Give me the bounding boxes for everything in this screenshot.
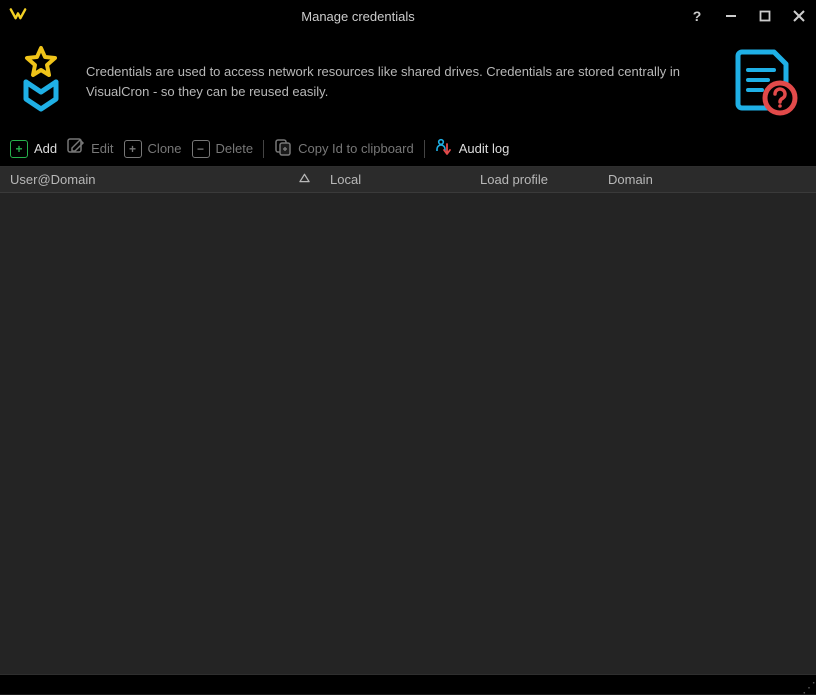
badge-star-icon — [16, 44, 66, 119]
column-load-profile-label: Load profile — [480, 172, 548, 187]
audit-log-label: Audit log — [459, 141, 510, 156]
help-button[interactable]: ? — [688, 7, 706, 25]
clone-label: Clone — [148, 141, 182, 156]
info-bar: Credentials are used to access network r… — [0, 32, 816, 131]
column-local-label: Local — [330, 172, 361, 187]
minus-icon: − — [192, 140, 210, 158]
resize-grip[interactable]: ⋰ — [802, 680, 814, 694]
edit-button[interactable]: Edit — [67, 138, 113, 159]
maximize-button[interactable] — [756, 7, 774, 25]
column-user-domain-label: User@Domain — [10, 172, 95, 187]
toolbar-separator — [263, 140, 264, 158]
copy-id-label: Copy Id to clipboard — [298, 141, 414, 156]
app-logo-icon — [8, 7, 28, 26]
titlebar: Manage credentials ? — [0, 0, 816, 32]
column-local[interactable]: Local — [320, 172, 470, 187]
minimize-button[interactable] — [722, 7, 740, 25]
doc-help-icon[interactable] — [728, 44, 800, 119]
plus-icon: + — [10, 140, 28, 158]
column-domain-label: Domain — [608, 172, 653, 187]
copy-icon — [274, 138, 292, 159]
clone-icon: + — [124, 140, 142, 158]
audit-log-icon — [435, 138, 453, 159]
copy-id-button[interactable]: Copy Id to clipboard — [274, 138, 414, 159]
column-user-domain[interactable]: User@Domain — [0, 172, 320, 187]
audit-log-button[interactable]: Audit log — [435, 138, 510, 159]
sort-asc-icon — [299, 173, 310, 186]
toolbar: + Add Edit + Clone − Delete Copy Id to c… — [0, 131, 816, 167]
window-title: Manage credentials — [36, 9, 680, 24]
column-domain[interactable]: Domain — [598, 172, 816, 187]
edit-icon — [67, 138, 85, 159]
window-controls: ? — [688, 7, 808, 25]
close-button[interactable] — [790, 7, 808, 25]
delete-label: Delete — [216, 141, 254, 156]
add-label: Add — [34, 141, 57, 156]
table-header: User@Domain Local Load profile Domain — [0, 167, 816, 193]
statusbar: ⋰ — [0, 674, 816, 694]
info-text: Credentials are used to access network r… — [86, 62, 708, 101]
add-button[interactable]: + Add — [10, 140, 57, 158]
table-body — [0, 193, 816, 674]
delete-button[interactable]: − Delete — [192, 140, 254, 158]
clone-button[interactable]: + Clone — [124, 140, 182, 158]
toolbar-separator-2 — [424, 140, 425, 158]
edit-label: Edit — [91, 141, 113, 156]
column-load-profile[interactable]: Load profile — [470, 172, 598, 187]
